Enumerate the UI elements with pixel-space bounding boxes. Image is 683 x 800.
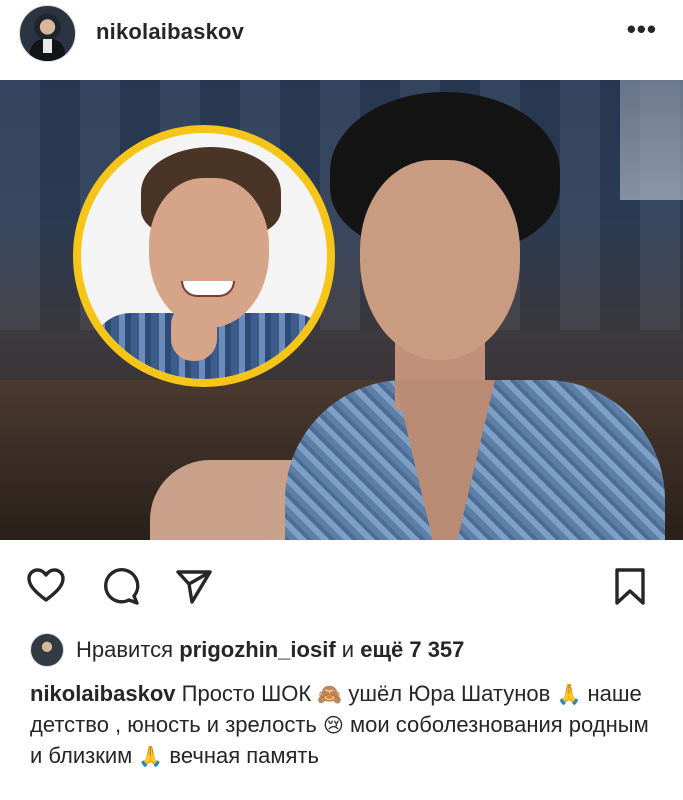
send-icon[interactable] <box>174 566 214 606</box>
post-actions <box>0 550 683 620</box>
photo-teen-face <box>360 160 520 360</box>
post-username[interactable]: nikolaibaskov <box>96 19 244 45</box>
liker-username[interactable]: prigozhin_iosif <box>179 637 335 662</box>
inset-smile <box>181 281 235 297</box>
inset-hand <box>171 303 217 361</box>
caption-text-2: ушёл Юра Шатунов <box>348 681 551 706</box>
caption-text-5: вечная память <box>169 743 319 768</box>
heart-icon[interactable] <box>26 566 66 606</box>
caption-username[interactable]: nikolaibaskov <box>30 681 176 706</box>
post-caption: nikolaibaskov Просто ШОК 🙈 ушёл Юра Шату… <box>30 679 660 772</box>
avatar-shirt <box>43 39 52 53</box>
avatar[interactable] <box>19 5 76 62</box>
see-no-evil-monkey-icon: 🙈 <box>317 684 343 706</box>
caption-text-1: Просто ШОК <box>181 681 312 706</box>
liker-avatar[interactable] <box>30 633 64 667</box>
likes-text: Нравится prigozhin_iosif и ещё 7 357 <box>76 637 464 663</box>
likes-prefix: Нравится <box>76 637 174 662</box>
comment-icon[interactable] <box>101 566 141 606</box>
crying-face-icon: 😢 <box>323 715 344 737</box>
more-options-icon[interactable]: ••• <box>627 16 657 42</box>
inset-face <box>149 178 269 328</box>
photo-background-lamp <box>620 80 683 200</box>
bookmark-icon[interactable] <box>610 566 650 606</box>
photo-inset-portrait <box>73 125 335 387</box>
post-header: nikolaibaskov ••• <box>0 0 683 80</box>
praying-hands-icon: 🙏 <box>138 746 164 768</box>
likes-line: Нравится prigozhin_iosif и ещё 7 357 <box>30 632 464 668</box>
likes-middle: и <box>341 637 355 662</box>
praying-hands-icon: 🙏 <box>556 684 582 706</box>
post-photo[interactable] <box>0 80 683 540</box>
likes-count[interactable]: ещё 7 357 <box>360 637 464 662</box>
